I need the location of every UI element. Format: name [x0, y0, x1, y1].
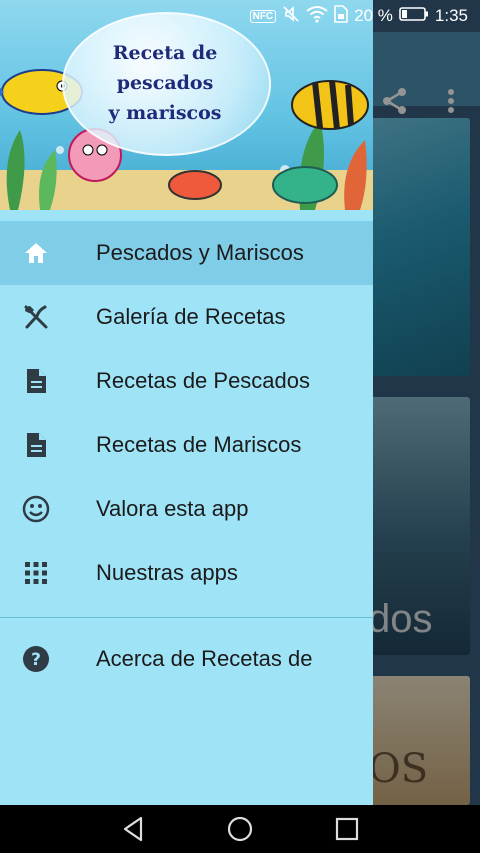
utensils-icon	[22, 303, 50, 331]
home-circle-icon[interactable]	[220, 809, 260, 849]
clock: 1:35	[434, 6, 468, 25]
menu-item-galeria-de-recetas[interactable]: Galería de Recetas	[0, 285, 373, 349]
header-title-line-1: Receta de	[112, 42, 218, 64]
drawer-header-title: Receta de pescados y mariscos	[75, 38, 255, 128]
grid-icon	[22, 559, 50, 587]
navigation-drawer: Receta de pescados y mariscos Pescados y…	[0, 0, 373, 805]
menu-item-label: Pescados y Mariscos	[96, 240, 304, 265]
svg-text:?: ?	[31, 650, 41, 670]
menu-item-label: Recetas de Mariscos	[96, 432, 302, 457]
battery-percent: 20 %	[354, 6, 393, 25]
back-icon[interactable]	[113, 809, 153, 849]
mute-icon	[282, 5, 300, 28]
header-title-line-3: y mariscos	[108, 102, 222, 124]
menu-item-acerca-de[interactable]: ? Acerca de Recetas de	[0, 627, 373, 691]
menu-item-pescados-y-mariscos[interactable]: Pescados y Mariscos	[0, 221, 373, 285]
sim-icon	[334, 4, 348, 28]
wifi-icon	[306, 5, 328, 28]
menu-item-label: Recetas de Pescados	[96, 368, 311, 393]
menu-item-recetas-de-mariscos[interactable]: Recetas de Mariscos	[0, 413, 373, 477]
menu-item-valora-esta-app[interactable]: Valora esta app	[0, 477, 373, 541]
smiley-icon	[22, 495, 50, 523]
battery-icon	[399, 6, 429, 27]
menu-item-label: Valora esta app	[96, 496, 249, 521]
drawer-menu: Pescados y Mariscos Galería de Recetas R…	[0, 221, 373, 691]
document-icon	[22, 367, 50, 395]
system-nav-bar	[0, 805, 480, 853]
home-icon	[22, 239, 50, 267]
menu-item-nuestras-apps[interactable]: Nuestras apps	[0, 541, 373, 605]
header-title-line-2: pescados	[116, 72, 214, 94]
menu-item-label: Acerca de Recetas de	[96, 646, 313, 671]
status-bar: NFC 20 % 1:35	[0, 0, 480, 32]
recents-icon[interactable]	[327, 809, 367, 849]
menu-item-recetas-de-pescados[interactable]: Recetas de Pescados	[0, 349, 373, 413]
nfc-icon: NFC	[249, 9, 277, 23]
document-icon	[22, 431, 50, 459]
help-icon: ?	[22, 645, 50, 673]
menu-item-label: Galería de Recetas	[96, 304, 286, 329]
menu-divider	[0, 617, 373, 618]
menu-item-label: Nuestras apps	[96, 560, 238, 585]
